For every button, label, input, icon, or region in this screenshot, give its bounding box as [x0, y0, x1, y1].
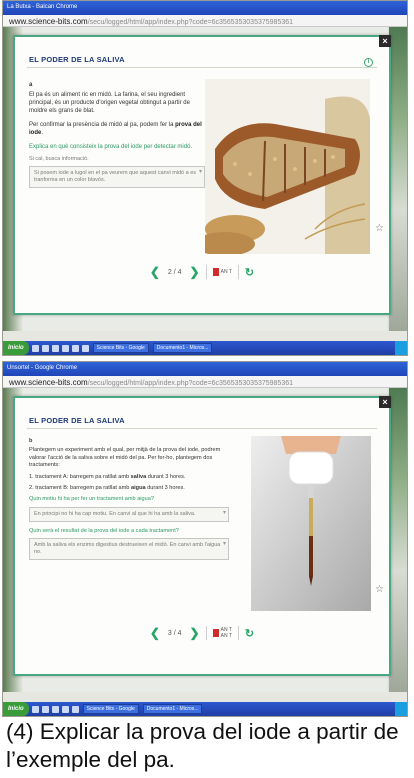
activity-title: EL PODER DE LA SALIVA	[29, 55, 125, 64]
treatment-b-bold: aigua	[130, 485, 146, 492]
eval-label: AN T AN T	[220, 627, 232, 639]
url-path: /secu/logged/html/app/index.php?code=6c3…	[87, 380, 294, 387]
quicklaunch-icon[interactable]	[31, 705, 39, 713]
quicklaunch-icon[interactable]	[81, 344, 89, 352]
evaluation-button[interactable]: AN T AN T	[212, 627, 232, 639]
taskbar-item[interactable]: Science Bits - Google	[82, 704, 139, 714]
separator	[205, 626, 207, 640]
page-indicator: 3 / 4	[167, 629, 182, 637]
reload-icon[interactable]: ↻	[245, 627, 254, 640]
activity-title: EL PODER DE LA SALIVA	[29, 416, 125, 425]
url-path: /secu/logged/html/app/index.php?code=6c3…	[87, 19, 294, 26]
close-button[interactable]: ×	[379, 396, 391, 408]
answer-field-1[interactable]: En principi no hi ha cap motiu. En canvi…	[29, 506, 229, 522]
iodine-paragraph: Per confirmar la presència de midó al pa…	[29, 122, 202, 136]
question-text: Explica en què consisteix la prova del i…	[29, 144, 193, 150]
treatment-b: 2. tractament B: barregem pa ratllat amb…	[29, 485, 229, 492]
question-1: Quin motiu hi ha per fer un tractament a…	[29, 496, 154, 503]
close-button[interactable]: ×	[379, 35, 391, 47]
quicklaunch-icon[interactable]	[51, 705, 59, 713]
separator	[237, 626, 239, 640]
quicklaunch-icon[interactable]	[41, 344, 49, 352]
treatment-b-end: durant 3 hores.	[145, 485, 185, 492]
quicklaunch-icon[interactable]	[61, 705, 69, 713]
page-indicator: 2 / 4	[167, 268, 182, 276]
window-title-bar: La Butxa - Balcan Chrome	[3, 1, 407, 15]
activity-modal: × EL PODER DE LA SALIVA b Plantegem un e…	[13, 396, 391, 676]
treatment-a-end: durant 3 hores.	[146, 473, 186, 480]
answer-field-2[interactable]: Amb la saliva els enzims digestius destr…	[29, 538, 229, 561]
system-tray	[395, 341, 407, 355]
background-sidebar	[389, 27, 407, 331]
taskbar-item[interactable]: Science Bits - Google	[92, 343, 149, 353]
prev-arrow-icon[interactable]: ❮	[150, 265, 160, 279]
evaluation-button[interactable]: AN T	[212, 268, 232, 276]
quicklaunch-icon[interactable]	[71, 705, 79, 713]
info-icon[interactable]: i	[364, 58, 373, 67]
window-title-bar: Unsortel - Google Chrome	[3, 362, 407, 376]
activity-modal: × EL PODER DE LA SALIVA i a El pa és un …	[13, 35, 391, 315]
treatment-a-bold: saliva	[130, 473, 147, 480]
start-button[interactable]: Inicio	[3, 702, 29, 716]
question-2: Quin serà el resultat de la prova del io…	[29, 527, 179, 534]
background-sidebar	[389, 388, 407, 692]
taskbar: Inicio Science Bits - Google Documento1 …	[3, 341, 407, 355]
treatment-a: 1. tractament A: barregem pa ratllat amb…	[29, 474, 229, 481]
divider	[27, 428, 377, 429]
separator	[205, 265, 207, 279]
quicklaunch-icon[interactable]	[61, 344, 69, 352]
taskbar-item[interactable]: Documento1 - Micros...	[142, 704, 203, 714]
screenshot-top: La Butxa - Balcan Chrome www.science-bit…	[2, 0, 408, 356]
url-host: www.science-bits.com	[9, 378, 88, 387]
quicklaunch-icon[interactable]	[51, 344, 59, 352]
next-arrow-icon[interactable]: ❯	[190, 265, 200, 279]
url-host: www.science-bits.com	[9, 17, 88, 26]
caption: (4) Explicar la prova del iode a partir …	[6, 719, 399, 772]
page: La Butxa - Balcan Chrome www.science-bit…	[0, 0, 414, 778]
reload-icon[interactable]: ↻	[245, 266, 254, 279]
section-letter: a	[29, 82, 33, 88]
separator	[237, 265, 239, 279]
treatment-a-text: 1. tractament A: barregem pa ratllat amb	[29, 473, 131, 480]
bookmark-star-icon[interactable]: ☆	[375, 223, 384, 234]
dropper-photo	[251, 436, 371, 611]
divider	[27, 67, 377, 68]
experiment-paragraph: Plantegem un experiment amb el qual, per…	[29, 447, 221, 469]
pagination: ❮ 3 / 4 ❯ AN T AN T ↻	[15, 622, 389, 644]
address-bar[interactable]: www.science-bits.com/secu/logged/html/ap…	[3, 15, 407, 27]
eval-label: AN T	[220, 269, 232, 275]
next-arrow-icon[interactable]: ❯	[190, 626, 200, 640]
hint-text: Si cal, busca informació.	[29, 156, 89, 162]
flag-icon	[212, 629, 219, 637]
quicklaunch-icon[interactable]	[31, 344, 39, 352]
quicklaunch-icon[interactable]	[71, 344, 79, 352]
address-bar[interactable]: www.science-bits.com/secu/logged/html/ap…	[3, 376, 407, 388]
start-button[interactable]: Inicio	[3, 341, 29, 355]
answer-field[interactable]: Si posem iode a lugol en el pa veurem qu…	[29, 166, 205, 188]
system-tray	[395, 702, 407, 716]
screenshot-bottom: Unsortel - Google Chrome www.science-bit…	[2, 361, 408, 717]
bookmark-star-icon[interactable]: ☆	[375, 584, 384, 595]
quicklaunch-icon[interactable]	[41, 705, 49, 713]
intro-paragraph: El pa és un aliment ric en midó. La fari…	[29, 92, 190, 114]
activity-text: a El pa és un aliment ric en midó. La fa…	[29, 81, 205, 194]
taskbar-item[interactable]: Documento1 - Micros...	[152, 343, 213, 353]
iodine-text: Per confirmar la presència de midó al pa…	[29, 122, 176, 128]
flag-icon	[212, 268, 219, 276]
section-letter: b	[29, 438, 33, 444]
taskbar: Inicio Science Bits - Google Documento1 …	[3, 702, 407, 716]
pagination: ❮ 2 / 4 ❯ AN T ↻	[15, 261, 389, 283]
treatment-b-text: 2. tractament B: barregem pa ratllat amb	[29, 485, 131, 492]
activity-text: b Plantegem un experiment amb el qual, p…	[29, 438, 229, 566]
bread-photo	[205, 79, 370, 254]
prev-arrow-icon[interactable]: ❮	[150, 626, 160, 640]
